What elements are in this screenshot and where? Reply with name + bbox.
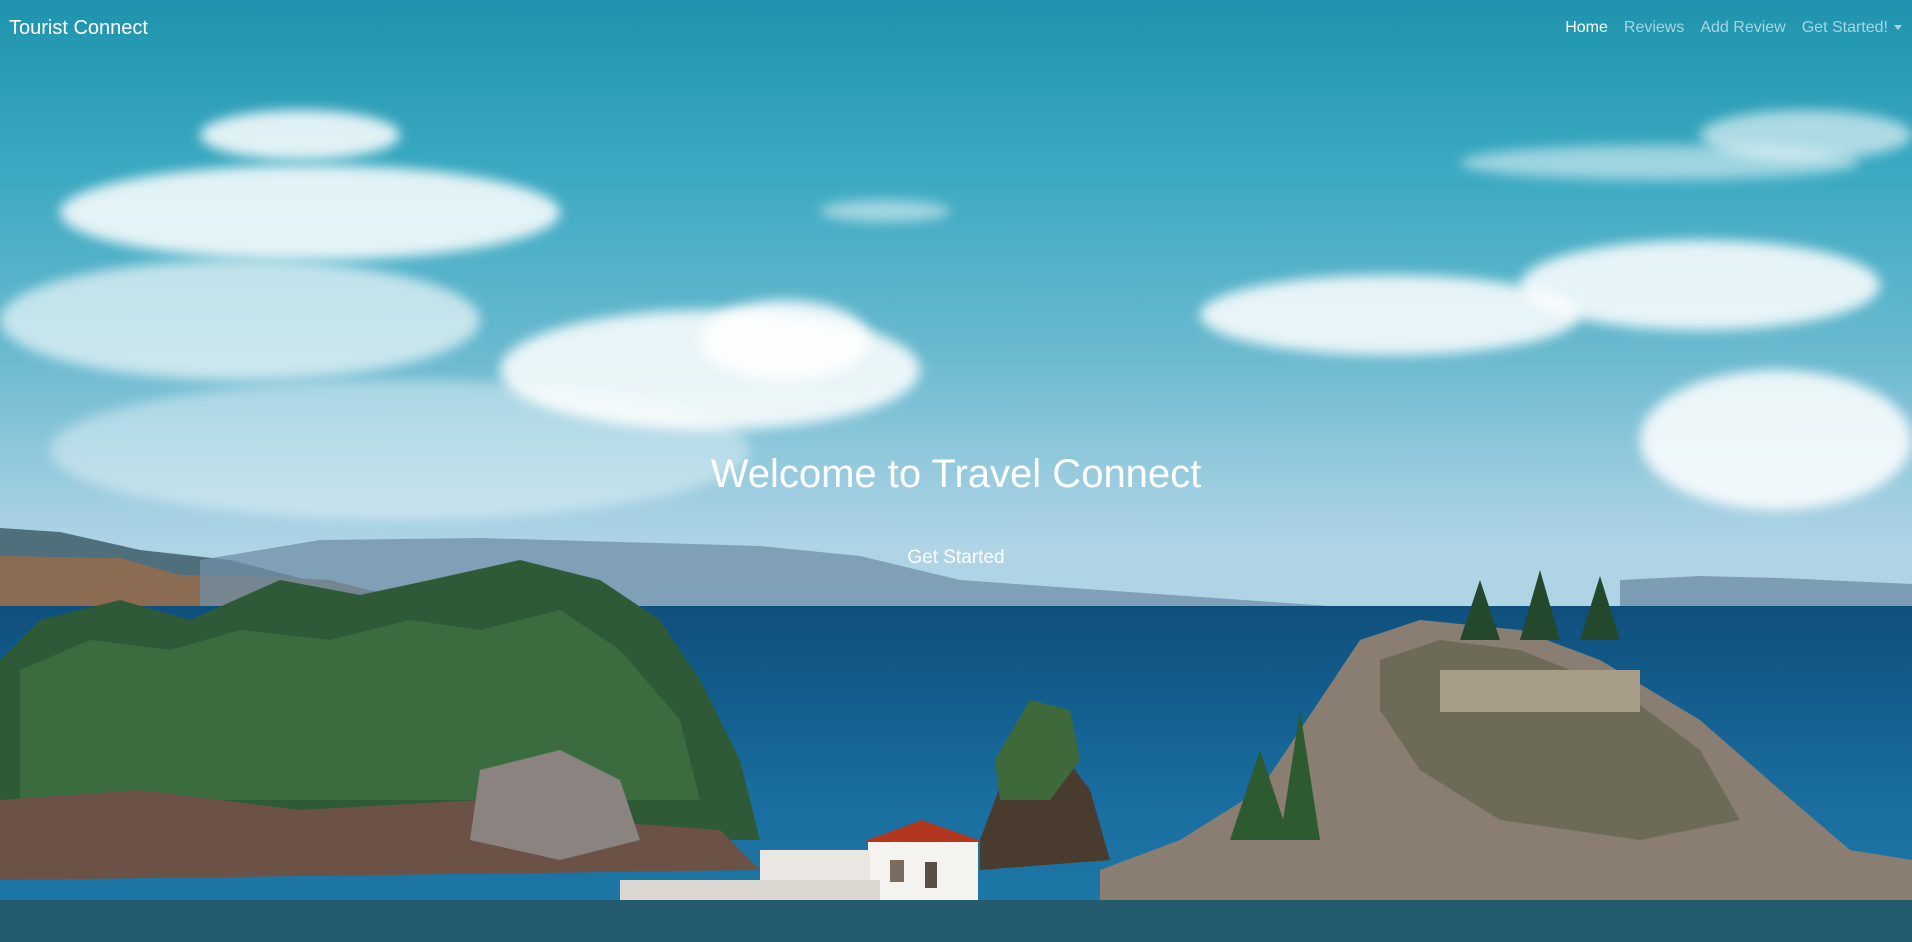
caret-down-icon [1894, 25, 1902, 31]
hero-content: Welcome to Travel Connect Get Started [0, 450, 1912, 570]
nav-home-link[interactable]: Home [1565, 19, 1608, 37]
nav-links: Home Reviews Add Review Get Started! [1565, 19, 1902, 37]
top-navbar: Tourist Connect Home Reviews Add Review … [0, 0, 1912, 56]
nav-add-review-link[interactable]: Add Review [1700, 19, 1785, 37]
nav-reviews-link[interactable]: Reviews [1624, 19, 1684, 37]
hero-section: Tourist Connect Home Reviews Add Review … [0, 0, 1912, 942]
hero-title: Welcome to Travel Connect [710, 452, 1202, 496]
get-started-button[interactable]: Get Started [901, 546, 1010, 570]
brand-link[interactable]: Tourist Connect [9, 17, 148, 40]
nav-get-started-label: Get Started! [1801, 19, 1888, 36]
nav-get-started-dropdown[interactable]: Get Started! [1802, 19, 1902, 37]
